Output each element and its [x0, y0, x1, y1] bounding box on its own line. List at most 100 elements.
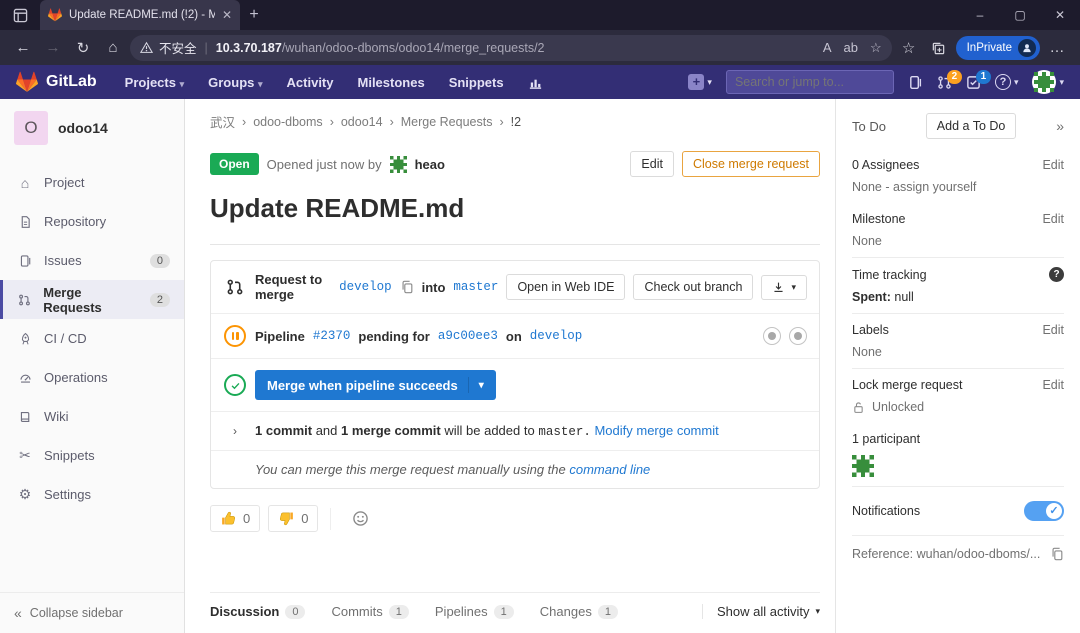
search-input[interactable] — [735, 75, 896, 89]
sidebar-item-wiki[interactable]: Wiki — [0, 397, 184, 436]
home-icon[interactable]: ⌂ — [100, 39, 126, 56]
pipeline-id-link[interactable]: #2370 — [313, 329, 351, 343]
commit-sha-link[interactable]: a9c00ee3 — [438, 329, 498, 343]
back-icon[interactable]: ← — [10, 39, 36, 56]
command-line-link[interactable]: command line — [569, 462, 650, 477]
tab-pipelines[interactable]: Pipelines 1 — [435, 604, 514, 619]
project-header[interactable]: O odoo14 — [0, 99, 184, 155]
target-branch[interactable]: master — [453, 280, 498, 294]
copy-branch-icon[interactable] — [400, 280, 414, 294]
show-all-activity-dropdown[interactable]: Show all activity ▾ — [702, 604, 820, 619]
author-avatar[interactable] — [390, 156, 407, 173]
user-menu[interactable]: ▾ — [1032, 70, 1064, 94]
breadcrumb-subgroup[interactable]: odoo-dboms — [253, 115, 323, 129]
sidebar-item-snippets[interactable]: ✂ Snippets — [0, 436, 184, 475]
nav-snippets[interactable]: Snippets — [439, 75, 514, 90]
notifications-toggle[interactable]: ✓ — [1024, 501, 1064, 521]
pipeline-stage-icon[interactable] — [789, 327, 807, 345]
assign-yourself-link[interactable]: assign yourself — [893, 180, 976, 194]
breadcrumb-merge-requests[interactable]: Merge Requests — [401, 115, 493, 129]
issues-nav-icon[interactable] — [908, 75, 923, 90]
chevron-down-icon: ▾ — [707, 77, 712, 88]
forward-icon[interactable]: → — [40, 39, 66, 56]
labels-section: Labels Edit None — [852, 314, 1064, 369]
download-dropdown-button[interactable]: ▾ — [761, 275, 807, 300]
sidebar-item-project[interactable]: ⌂ Project — [0, 163, 184, 202]
read-aloud-icon[interactable]: A — [823, 40, 832, 55]
nav-groups[interactable]: Groups ▾ — [198, 75, 272, 90]
thumbs-up-button[interactable]: 0 — [210, 505, 260, 532]
favorites-bar-icon[interactable]: ☆ — [896, 39, 922, 57]
sidebar-item-cicd[interactable]: CI / CD — [0, 319, 184, 358]
collapse-right-sidebar-icon[interactable]: » — [1056, 118, 1064, 134]
lock-title: Lock merge request — [852, 378, 962, 392]
close-icon[interactable]: ✕ — [1040, 0, 1080, 30]
thumbs-down-button[interactable]: 0 — [268, 505, 318, 532]
modify-merge-commit-link[interactable]: Modify merge commit — [594, 423, 718, 438]
sidebar-item-settings[interactable]: ⚙ Settings — [0, 475, 184, 514]
pipeline-stage-icon[interactable] — [763, 327, 781, 345]
inprivate-badge[interactable]: InPrivate — [956, 36, 1040, 60]
browser-menu-icon[interactable]: … — [1044, 39, 1070, 56]
minimize-icon[interactable]: – — [960, 0, 1000, 30]
pipeline-branch-link[interactable]: develop — [530, 329, 583, 343]
tab-close-icon[interactable]: ✕ — [222, 8, 232, 22]
collections-icon[interactable] — [926, 39, 952, 56]
button-divider — [468, 377, 469, 393]
search-box[interactable] — [726, 70, 894, 94]
tab-commits[interactable]: Commits 1 — [331, 604, 408, 619]
checkout-branch-button[interactable]: Check out branch — [633, 274, 753, 300]
translate-icon[interactable]: ab — [843, 40, 857, 55]
edit-button[interactable]: Edit — [630, 151, 674, 177]
page-url[interactable]: 10.3.70.187/wuhan/odoo-dboms/odoo14/merg… — [216, 41, 545, 55]
site-security[interactable]: 不安全 — [140, 38, 197, 57]
browser-tab[interactable]: Update README.md (!2) - Merg ✕ — [40, 0, 240, 30]
tab-actions-menu-icon[interactable] — [0, 8, 40, 23]
pipeline-pending-icon[interactable] — [224, 325, 246, 347]
collapse-sidebar-button[interactable]: « Collapse sidebar — [0, 592, 184, 633]
scissors-icon: ✂ — [17, 447, 33, 464]
sidebar-item-issues[interactable]: Issues 0 — [0, 241, 184, 280]
gitlab-brand[interactable]: GitLab — [16, 71, 97, 93]
milestone-edit-link[interactable]: Edit — [1042, 212, 1064, 226]
project-avatar: O — [14, 111, 48, 145]
maximize-icon[interactable]: ▢ — [1000, 0, 1040, 30]
participant-avatar[interactable] — [852, 455, 874, 477]
open-web-ide-button[interactable]: Open in Web IDE — [506, 274, 625, 300]
merge-requests-nav-icon[interactable]: 2 — [937, 75, 952, 90]
new-tab-button[interactable]: + — [240, 6, 268, 24]
merge-request-icon — [17, 293, 32, 307]
tab-changes[interactable]: Changes 1 — [540, 604, 618, 619]
copy-reference-icon[interactable] — [1050, 547, 1064, 561]
breadcrumb-project[interactable]: odoo14 — [341, 115, 383, 129]
refresh-icon[interactable]: ↻ — [70, 39, 96, 57]
tab-discussion[interactable]: Discussion 0 — [210, 604, 305, 619]
lock-edit-link[interactable]: Edit — [1042, 378, 1064, 392]
nav-activity[interactable]: Activity — [277, 75, 344, 90]
profile-avatar-icon — [1018, 39, 1036, 57]
help-icon[interactable]: ? — [1049, 267, 1064, 282]
add-favorite-icon[interactable]: ☆ — [870, 40, 882, 56]
commit-summary-row: › 1 commit and 1 merge commit will be ad… — [211, 411, 819, 450]
charts-icon[interactable] — [518, 75, 553, 90]
todos-nav-icon[interactable]: 1 — [966, 75, 981, 90]
add-todo-button[interactable]: Add a To Do — [926, 113, 1017, 139]
author-name[interactable]: heao — [415, 157, 445, 172]
reference-text: Reference: wuhan/odoo-dboms/... — [852, 547, 1042, 561]
nav-milestones[interactable]: Milestones — [348, 75, 435, 90]
url-bar[interactable]: 不安全 | 10.3.70.187/wuhan/odoo-dboms/odoo1… — [130, 35, 892, 61]
assignees-edit-link[interactable]: Edit — [1042, 158, 1064, 172]
labels-edit-link[interactable]: Edit — [1042, 323, 1064, 337]
sidebar-item-operations[interactable]: Operations — [0, 358, 184, 397]
source-branch[interactable]: develop — [339, 280, 392, 294]
add-emoji-button[interactable] — [343, 506, 378, 531]
sidebar-item-merge-requests[interactable]: Merge Requests 2 — [0, 280, 184, 319]
close-merge-request-button[interactable]: Close merge request — [682, 151, 820, 177]
help-menu[interactable]: ? ▾ — [995, 74, 1019, 90]
breadcrumb-group[interactable]: 武汉 — [210, 112, 235, 131]
expand-chevron-icon[interactable]: › — [223, 424, 247, 438]
sidebar-item-repository[interactable]: Repository — [0, 202, 184, 241]
new-menu-button[interactable]: + ▾ — [688, 74, 712, 90]
merge-when-pipeline-succeeds-button[interactable]: Merge when pipeline succeeds ▾ — [255, 370, 496, 400]
nav-projects[interactable]: Projects ▾ — [115, 75, 194, 90]
